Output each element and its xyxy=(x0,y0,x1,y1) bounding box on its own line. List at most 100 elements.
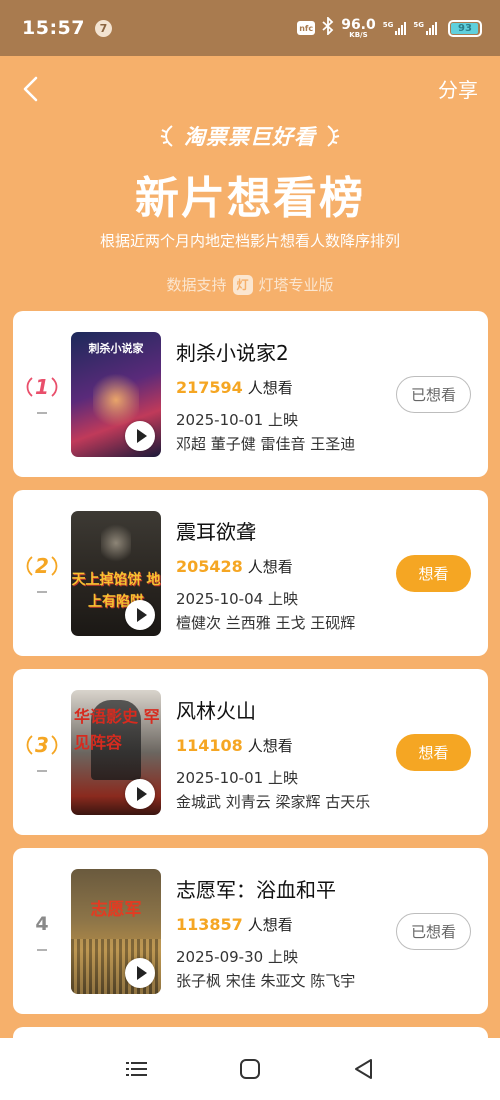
bluetooth-icon xyxy=(322,15,334,39)
top-bar: 分享 xyxy=(0,56,500,124)
home-button[interactable] xyxy=(230,1049,270,1089)
laurel-small-left-icon xyxy=(26,735,33,755)
laurel-small-right-icon xyxy=(51,377,58,397)
status-icons: nfc 96.0 KB/S 5G 5G 93 xyxy=(297,15,482,39)
want-suffix: 人想看 xyxy=(247,737,293,755)
cast-list: 张子枫 宋佳 朱亚文 陈飞宇 xyxy=(176,972,356,990)
rank-column: 4 xyxy=(17,848,67,1014)
want-button[interactable]: 已想看 xyxy=(396,376,471,413)
want-count: 217594 xyxy=(176,378,243,397)
notification-count-badge: 7 xyxy=(94,19,112,37)
poster-title: 志愿军 xyxy=(90,900,142,920)
poster[interactable]: 华语影史 罕见阵容 xyxy=(71,690,161,815)
status-bar: 15:57 7 nfc 96.0 KB/S 5G 5G 93 xyxy=(0,0,500,56)
movie-card[interactable]: 2 天上掉馅饼 地上有陷阱 震耳欲聋 205428 人想看 2025-10-04 … xyxy=(13,490,488,656)
system-nav-bar xyxy=(0,1038,500,1100)
rank-number: 4 xyxy=(35,913,49,935)
poster-title: 华语影史 罕见阵容 xyxy=(74,707,160,752)
movie-card[interactable]: 1 刺杀小说家 刺杀小说家2 217594 人想看 2025-10-01 上映 邓… xyxy=(13,311,488,477)
movie-card[interactable]: 4 志愿军 志愿军：浴血和平 113857 人想看 2025-09-30 上映 张… xyxy=(13,848,488,1014)
signal-icon-1: 5G xyxy=(383,21,407,35)
brand-name: 淘票票巨好看 xyxy=(184,125,316,149)
cast-list: 金城武 刘青云 梁家辉 古天乐 xyxy=(176,793,371,811)
laurel-right-icon xyxy=(327,125,340,147)
cast-list: 檀健次 兰西雅 王戈 王砚辉 xyxy=(176,614,356,632)
rank-trend-icon xyxy=(37,591,47,593)
home-square-icon xyxy=(239,1059,260,1079)
play-icon[interactable] xyxy=(125,421,155,451)
want-suffix: 人想看 xyxy=(247,558,293,576)
rank-trend-icon xyxy=(37,770,47,772)
system-back-button[interactable] xyxy=(343,1049,383,1089)
network-speed-value: 96.0 xyxy=(341,16,376,33)
release-date: 2025-10-01 上映 xyxy=(176,411,298,429)
battery-icon: 93 xyxy=(448,19,482,37)
want-row: 114108 人想看 xyxy=(176,735,293,756)
poster[interactable]: 志愿军 xyxy=(71,869,161,994)
want-button[interactable]: 想看 xyxy=(396,555,471,592)
nfc-icon: nfc xyxy=(297,21,316,35)
want-suffix: 人想看 xyxy=(247,916,293,934)
movie-title[interactable]: 风林火山 xyxy=(176,695,256,724)
chevron-left-icon xyxy=(23,76,38,102)
triangle-back-icon xyxy=(355,1059,373,1079)
laurel-small-right-icon xyxy=(51,735,58,755)
rank-column: 1 xyxy=(17,311,67,477)
brand-row: 淘票票巨好看 xyxy=(0,121,500,151)
poster[interactable]: 天上掉馅饼 地上有陷阱 xyxy=(71,511,161,636)
movie-title[interactable]: 志愿军：浴血和平 xyxy=(176,874,336,903)
page-subtitle: 根据近两个月内地定档影片想看人数降序排列 xyxy=(99,232,400,250)
network-type-1: 5G xyxy=(382,21,394,29)
release-date: 2025-10-01 上映 xyxy=(176,769,298,787)
poster-title: 刺杀小说家 xyxy=(88,342,144,355)
network-type-2: 5G xyxy=(413,21,424,29)
share-button[interactable]: 分享 xyxy=(438,74,478,103)
want-button[interactable]: 想看 xyxy=(396,734,471,771)
rank-badge: 1 xyxy=(25,374,59,400)
laurel-small-left-icon xyxy=(26,377,33,397)
rank-number: 3 xyxy=(35,733,49,757)
release-date: 2025-09-30 上映 xyxy=(176,948,298,966)
data-support-label: 数据支持 xyxy=(166,276,227,294)
menu-icon xyxy=(125,1062,147,1076)
play-icon[interactable] xyxy=(125,600,155,630)
rank-badge: 3 xyxy=(25,732,59,758)
back-button[interactable] xyxy=(18,72,48,106)
rank-number: 2 xyxy=(35,554,49,578)
want-count: 205428 xyxy=(176,557,243,576)
page-title: 新片想看榜 xyxy=(135,173,365,224)
want-row: 205428 人想看 xyxy=(176,556,293,577)
data-provider-name: 灯塔专业版 xyxy=(258,276,334,294)
cast-list: 邓超 董子健 雷佳音 王圣迪 xyxy=(176,435,356,453)
laurel-left-icon xyxy=(160,125,173,147)
want-count: 114108 xyxy=(176,736,243,755)
want-row: 113857 人想看 xyxy=(176,914,293,935)
release-date: 2025-10-04 上映 xyxy=(176,590,298,608)
want-count: 113857 xyxy=(176,915,243,934)
rank-trend-icon xyxy=(37,412,47,414)
laurel-small-left-icon xyxy=(26,556,33,576)
movie-title[interactable]: 震耳欲聋 xyxy=(176,516,256,545)
want-button[interactable]: 已想看 xyxy=(396,913,471,950)
want-suffix: 人想看 xyxy=(247,379,293,397)
rank-column: 3 xyxy=(17,669,67,835)
dengta-logo-icon: 灯 xyxy=(232,274,253,295)
rank-trend-icon xyxy=(37,949,47,951)
play-icon[interactable] xyxy=(125,958,155,988)
data-source: 数据支持 灯 灯塔专业版 xyxy=(0,274,500,295)
network-speed-unit: KB/S xyxy=(349,30,368,39)
poster[interactable]: 刺杀小说家 xyxy=(71,332,161,457)
movie-title[interactable]: 刺杀小说家2 xyxy=(176,337,289,366)
laurel-small-right-icon xyxy=(51,556,58,576)
rank-number: 1 xyxy=(35,375,49,399)
play-icon[interactable] xyxy=(125,779,155,809)
battery-level: 93 xyxy=(458,22,472,34)
recent-apps-button[interactable] xyxy=(117,1049,157,1089)
movie-card[interactable]: 3 华语影史 罕见阵容 风林火山 114108 人想看 2025-10-01 上映… xyxy=(13,669,488,835)
rank-badge: 2 xyxy=(25,553,59,579)
network-speed: 96.0 KB/S xyxy=(341,18,376,39)
status-time: 15:57 xyxy=(22,17,85,39)
want-row: 217594 人想看 xyxy=(176,377,293,398)
signal-icon-2: 5G xyxy=(413,21,437,35)
rank-column: 2 xyxy=(17,490,67,656)
